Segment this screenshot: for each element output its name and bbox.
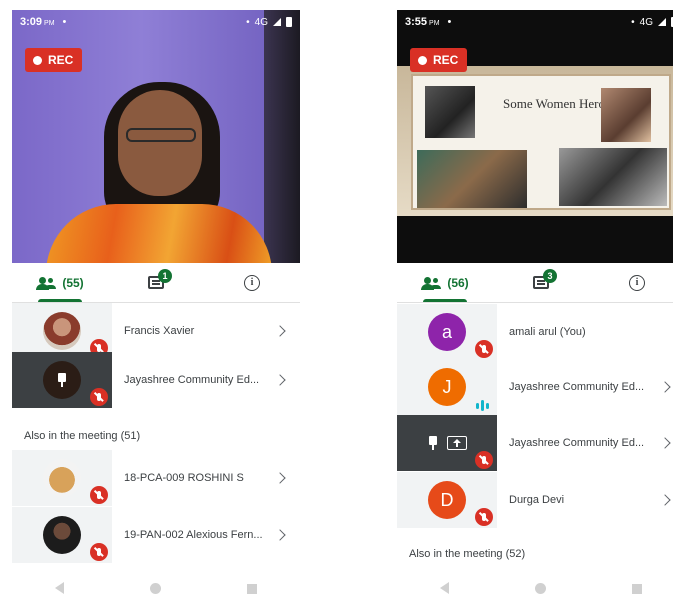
network-label: 4G [254,16,268,28]
participant-thumb [12,507,112,563]
participant-thumb: a [397,304,497,360]
participant-row[interactable]: D Durga Devi [397,472,673,528]
slide-photo [417,150,527,208]
shared-slide: Some Women Heros [397,66,673,216]
battery-icon [286,17,292,27]
tab-info[interactable]: i [589,263,673,302]
mic-off-icon [475,340,493,358]
tab-info[interactable]: i [204,263,300,302]
chat-badge: 3 [543,269,557,283]
section-heading: Also in the meeting (52) [409,548,526,560]
people-count: (55) [62,275,84,290]
back-icon[interactable] [55,582,64,594]
meeting-tabs: (55) 1 i [12,263,300,303]
people-icon [36,276,56,290]
people-icon [421,276,441,290]
participant-row[interactable]: 18-PCA-009 ROSHINI S [12,450,300,506]
chevron-right-icon[interactable] [274,325,286,337]
participant-name: Jayashree Community Ed... [509,381,645,393]
avatar [43,312,81,350]
avatar [43,361,81,399]
participant-thumb: D [397,472,497,528]
meeting-tabs: (56) 3 i [397,263,673,303]
status-bar: 3:55 PM • • 4G [397,10,673,34]
participant-row[interactable]: a amali arul (You) [397,304,673,360]
presenting-icon [447,436,467,450]
participant-row[interactable]: 19-PAN-002 Alexious Fern... [12,507,300,563]
chevron-right-icon[interactable] [659,494,671,506]
speaking-icon [476,400,489,411]
chat-icon: 1 [148,269,172,289]
section-heading: Also in the meeting (51) [24,430,141,442]
mic-off-icon [90,543,108,561]
slide-photo [559,148,667,206]
tab-people[interactable]: (56) [397,263,493,302]
participant-thumb [12,450,112,506]
participant-name: Jayashree Community Ed... [124,374,260,386]
chevron-right-icon[interactable] [659,437,671,449]
pin-icon [427,436,439,450]
chevron-right-icon[interactable] [274,529,286,541]
mic-off-icon [90,388,108,406]
phone-screen-left: 3:09 PM • • 4G REC (55) 1 i Francis Xavi… [12,10,300,594]
avatar: a [428,313,466,351]
tab-people[interactable]: (55) [12,263,108,302]
info-icon: i [244,274,260,291]
network-label: 4G [639,16,653,28]
mic-off-icon [90,486,108,504]
info-icon: i [629,274,645,291]
record-dot-icon [33,55,42,65]
slide-photo [425,86,475,138]
back-icon[interactable] [440,582,449,594]
system-nav-bar [12,578,300,594]
avatar [43,516,81,554]
slide-photo [601,88,651,142]
participant-name: Jayashree Community Ed... [509,437,645,449]
participant-name: 19-PAN-002 Alexious Fern... [124,529,263,541]
participant-thumb: J [397,359,497,415]
status-bar: 3:09 PM • • 4G [12,10,300,34]
participant-name: 18-PCA-009 ROSHINI S [124,472,244,484]
participant-row[interactable]: J Jayashree Community Ed... [397,359,673,415]
participant-thumb [12,352,112,408]
recents-icon[interactable] [632,584,642,594]
signal-icon [658,18,666,26]
participant-row[interactable]: Jayashree Community Ed... [12,352,300,408]
people-count: (56) [447,275,469,290]
signal-icon [273,18,281,26]
recording-badge: REC [410,48,468,72]
status-time: 3:55 PM [405,16,440,28]
mic-off-icon [475,508,493,526]
avatar: J [428,368,466,406]
chat-icon: 3 [533,269,557,289]
recents-icon[interactable] [247,584,257,594]
chevron-right-icon[interactable] [274,472,286,484]
chevron-right-icon[interactable] [659,381,671,393]
chevron-right-icon[interactable] [274,374,286,386]
participant-row[interactable]: Francis Xavier [12,303,300,359]
participant-thumb [12,303,112,359]
participant-thumb [397,415,497,471]
home-icon[interactable] [535,583,546,594]
avatar: D [428,481,466,519]
tab-chat[interactable]: 3 [493,263,589,302]
record-dot-icon [418,55,427,65]
phone-screen-right: 3:55PM • • 4G Some Women Heros REC (56) [397,10,673,594]
avatar [43,459,81,497]
participant-name: amali arul (You) [509,326,586,338]
status-time: 3:09 PM [20,16,55,28]
participant-row[interactable]: Jayashree Community Ed... [397,415,673,471]
recording-badge: REC [25,48,83,72]
chat-badge: 1 [158,269,172,283]
mic-off-icon [475,451,493,469]
participant-name: Durga Devi [509,494,565,506]
pin-icon [56,373,68,387]
tab-chat[interactable]: 1 [108,263,204,302]
participant-name: Francis Xavier [124,325,195,337]
presenter-video [46,76,272,263]
slide-title: Some Women Heros [503,96,611,111]
home-icon[interactable] [150,583,161,594]
system-nav-bar [397,578,673,594]
